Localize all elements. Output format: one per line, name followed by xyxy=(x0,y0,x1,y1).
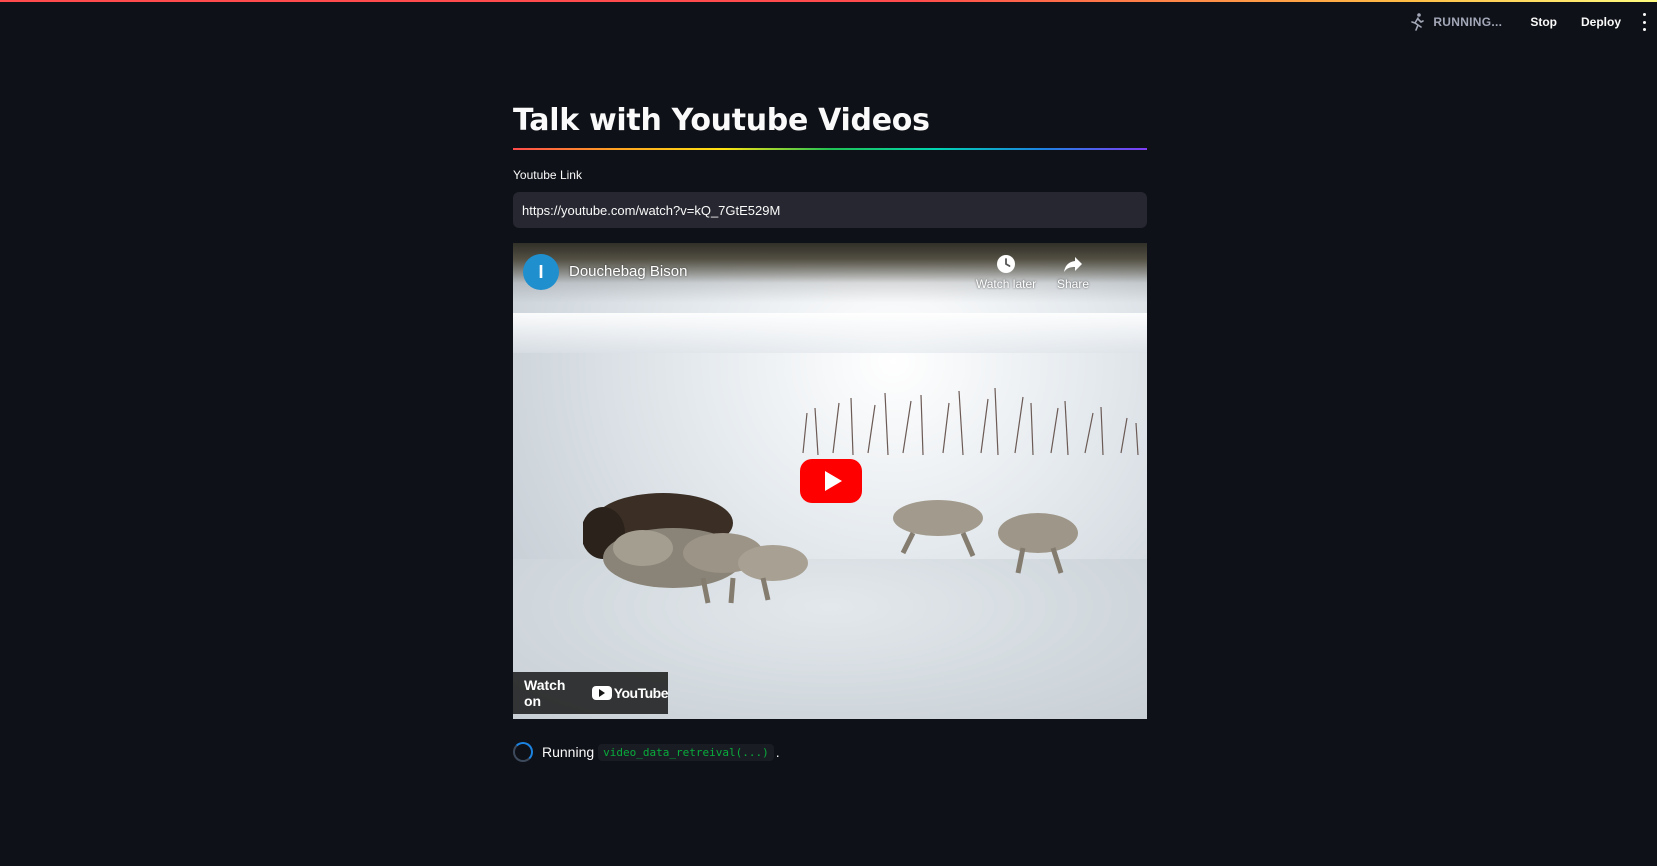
video-frame-snow xyxy=(513,313,1147,353)
share-label: Share xyxy=(1056,277,1090,291)
youtube-logo: YouTube xyxy=(591,685,669,701)
youtube-wordmark: YouTube xyxy=(613,685,669,701)
play-icon xyxy=(824,471,842,491)
status-text: RUNNING... xyxy=(1433,15,1503,29)
running-suffix: . xyxy=(775,744,780,760)
running-indicator: Running video_data_retreival(...) . xyxy=(513,740,1147,764)
app-toolbar: RUNNING... Stop Deploy xyxy=(1407,8,1657,36)
youtube-link-input[interactable] xyxy=(513,192,1147,228)
page-title: Talk with Youtube Videos xyxy=(513,103,930,138)
youtube-embed[interactable]: I Douchebag Bison Watch later Share Watc… xyxy=(513,243,1147,719)
spinner-icon xyxy=(513,742,533,762)
play-button[interactable] xyxy=(800,459,862,503)
share-button[interactable]: Share xyxy=(1040,253,1106,291)
watch-later-button[interactable]: Watch later xyxy=(973,253,1039,291)
clock-icon xyxy=(997,255,1015,273)
running-man-icon xyxy=(1411,13,1425,31)
deploy-button[interactable]: Deploy xyxy=(1581,15,1621,29)
main-content: Talk with Youtube Videos Youtube Link ht… xyxy=(513,96,1147,764)
main-menu-icon[interactable] xyxy=(1641,13,1647,31)
channel-avatar[interactable]: I xyxy=(523,254,559,290)
watch-on-youtube-button[interactable]: Watch on YouTube xyxy=(513,672,669,714)
stop-button[interactable]: Stop xyxy=(1530,15,1557,29)
watch-on-label: Watch on xyxy=(524,677,566,709)
video-title[interactable]: Douchebag Bison xyxy=(569,263,687,280)
running-label: Running xyxy=(542,744,595,760)
title-divider xyxy=(513,148,1147,150)
top-decoration-bar xyxy=(0,0,1657,2)
running-status: RUNNING... xyxy=(1407,12,1502,32)
video-frame-grass xyxy=(802,387,1139,456)
function-call-code: video_data_retreival(...) xyxy=(598,743,774,761)
share-arrow-icon xyxy=(1064,257,1082,272)
watch-later-label: Watch later xyxy=(975,277,1037,291)
youtube-play-logo-icon xyxy=(591,686,612,700)
youtube-link-label: Youtube Link xyxy=(513,168,582,182)
